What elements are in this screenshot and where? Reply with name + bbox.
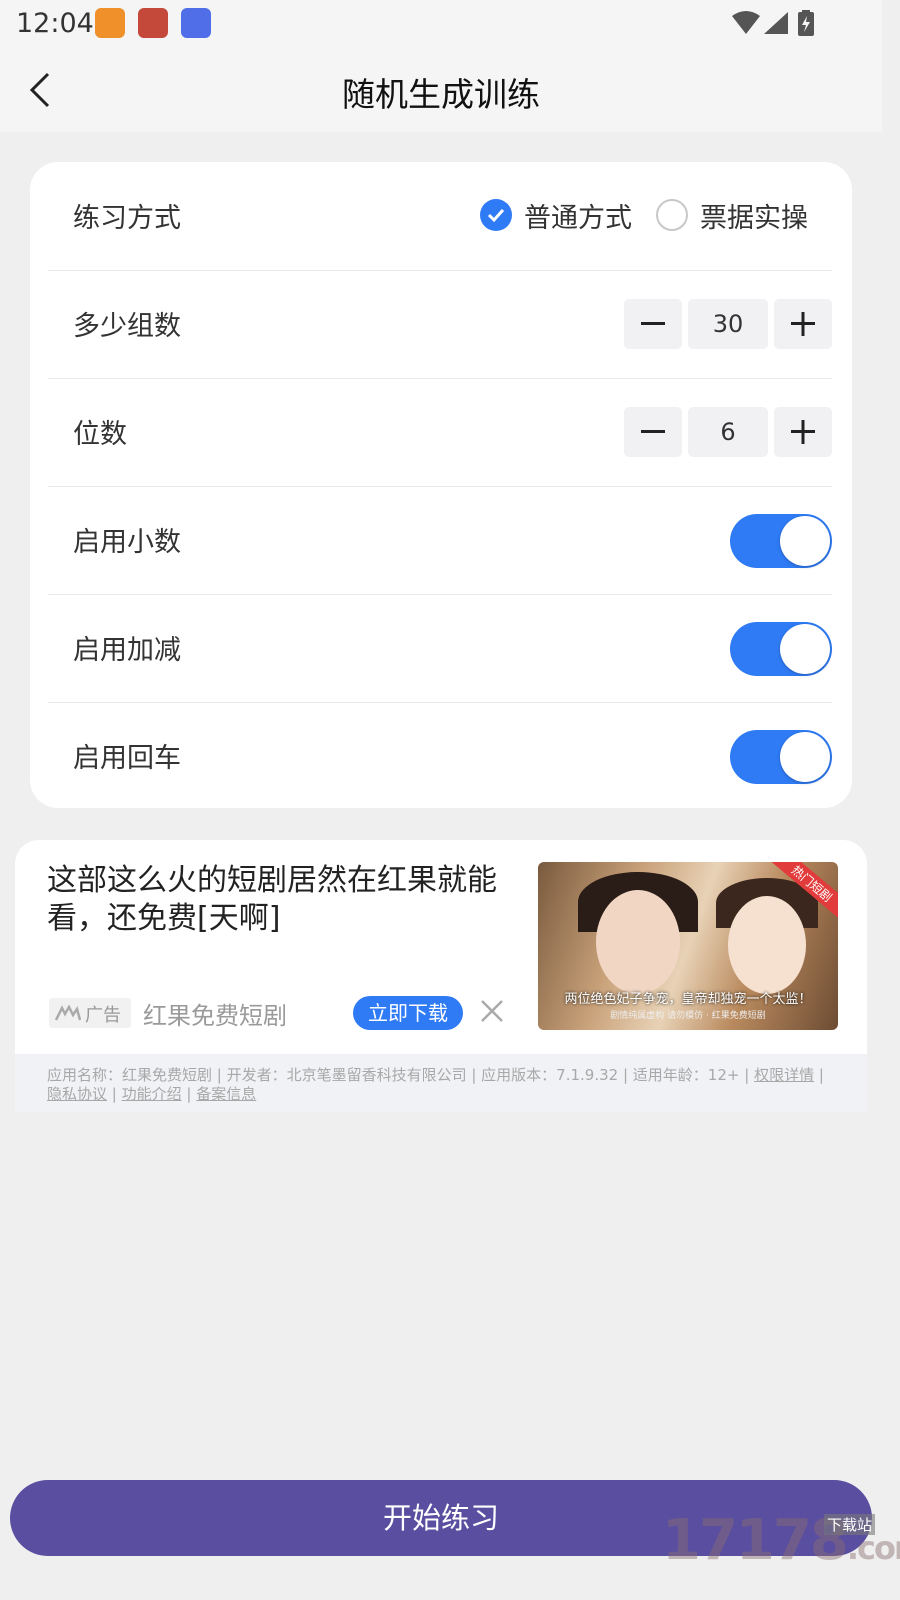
group-count-increment-button[interactable] (774, 299, 832, 349)
digit-count-label: 位数 (73, 419, 127, 450)
toggle-knob (780, 624, 830, 674)
ad-headline[interactable]: 这部这么火的短剧居然在红果就能看，还免费[天啊] (47, 862, 502, 938)
ad-network-logo-icon (55, 1005, 81, 1021)
digit-count-decrement-button[interactable] (624, 407, 682, 457)
ad-close-button[interactable] (479, 998, 505, 1024)
orange-app-icon (95, 8, 125, 38)
decimal-label: 启用小数 (73, 527, 181, 558)
practice-mode-row: 练习方式 普通方式 票据实操 (48, 162, 832, 271)
toggle-knob (780, 732, 830, 782)
digit-count-stepper: 6 (624, 407, 832, 457)
clock: 12:04 (16, 8, 94, 39)
ad-disclosure-text: 应用名称：红果免费短剧 | 开发者：北京笔墨留香科技有限公司 | 应用版本：7.… (47, 1066, 750, 1084)
ad-tag-label: 广告 (85, 1005, 121, 1026)
watermark-text: 17178 (662, 1508, 849, 1573)
group-count-row: 多少组数 30 (48, 270, 832, 379)
group-count-value[interactable]: 30 (688, 299, 768, 349)
practice-mode-options: 普通方式 票据实操 (480, 198, 810, 234)
privacy-policy-link[interactable]: 隐私协议 (47, 1085, 107, 1103)
close-icon (481, 1000, 503, 1022)
enter-toggle[interactable] (730, 730, 832, 784)
ad-disclosure: 应用名称：红果免费短剧 | 开发者：北京笔墨留香科技有限公司 | 应用版本：7.… (15, 1054, 867, 1112)
practice-mode-label: 练习方式 (73, 203, 181, 234)
ad-download-button[interactable]: 立即下载 (353, 996, 463, 1030)
group-count-stepper: 30 (624, 299, 832, 349)
unchecked-circle-icon (656, 199, 688, 231)
radio-receipt-mode-label: 票据实操 (700, 203, 808, 234)
group-count-label: 多少组数 (73, 311, 181, 342)
decimal-row: 启用小数 (48, 486, 832, 595)
ad-card[interactable]: 这部这么火的短剧居然在红果就能看，还免费[天啊] 广告 红果免费短剧 立即下载 … (15, 840, 867, 1112)
ad-tag: 广告 (49, 998, 131, 1028)
minus-icon (641, 430, 665, 433)
plus-icon (791, 312, 815, 336)
ad-disclosure-line2: 隐私协议 | 功能介绍 | 备案信息 (47, 1085, 257, 1103)
add-sub-label: 启用加减 (73, 635, 181, 666)
ad-app-name: 红果免费短剧 (143, 1002, 287, 1030)
ad-image-figure (596, 890, 680, 994)
add-sub-toggle[interactable] (730, 622, 832, 676)
plus-icon (791, 420, 815, 444)
digit-count-value[interactable]: 6 (688, 407, 768, 457)
enter-label: 启用回车 (73, 743, 181, 774)
system-status (730, 10, 830, 42)
digit-count-row: 位数 6 (48, 378, 832, 487)
feature-intro-link[interactable]: 功能介绍 (122, 1085, 182, 1103)
settings-card: 练习方式 普通方式 票据实操 多少组数 30 位数 6 启用小数 启用加减 启用… (30, 162, 852, 808)
signal-icon (764, 12, 788, 34)
add-sub-row: 启用加减 (48, 594, 832, 703)
decimal-toggle[interactable] (730, 514, 832, 568)
minus-icon (641, 322, 665, 325)
nav-bar: 随机生成训练 (0, 48, 882, 132)
group-count-decrement-button[interactable] (624, 299, 682, 349)
toggle-knob (780, 516, 830, 566)
ad-image-caption: 两位绝色妃子争宠，皇帝却独宠一个太监！ (564, 992, 812, 1007)
status-bar: 12:04 (0, 0, 882, 48)
ad-image[interactable]: 热门短剧 两位绝色妃子争宠，皇帝却独宠一个太监！ 剧情纯属虚构 请勿模仿 · 红… (538, 862, 838, 1030)
ad-disclosure-line1: 应用名称：红果免费短剧 | 开发者：北京笔墨留香科技有限公司 | 应用版本：7.… (47, 1066, 824, 1084)
enter-row: 启用回车 (48, 702, 832, 810)
ad-image-subcaption: 剧情纯属虚构 请勿模仿 · 红果免费短剧 (610, 1011, 766, 1021)
checked-circle-icon (480, 199, 512, 231)
red-app-icon (138, 8, 168, 38)
blue-app-icon (181, 8, 211, 38)
digit-count-increment-button[interactable] (774, 407, 832, 457)
watermark-sub: 下载站 (824, 1514, 876, 1535)
wifi-icon (732, 11, 760, 34)
ad-image-figure (728, 896, 806, 994)
filing-info-link[interactable]: 备案信息 (196, 1085, 256, 1103)
radio-normal-mode-label: 普通方式 (524, 203, 632, 234)
page-title: 随机生成训练 (342, 75, 540, 114)
permission-details-link[interactable]: 权限详情 (754, 1066, 814, 1084)
battery-charging-icon (798, 10, 814, 36)
